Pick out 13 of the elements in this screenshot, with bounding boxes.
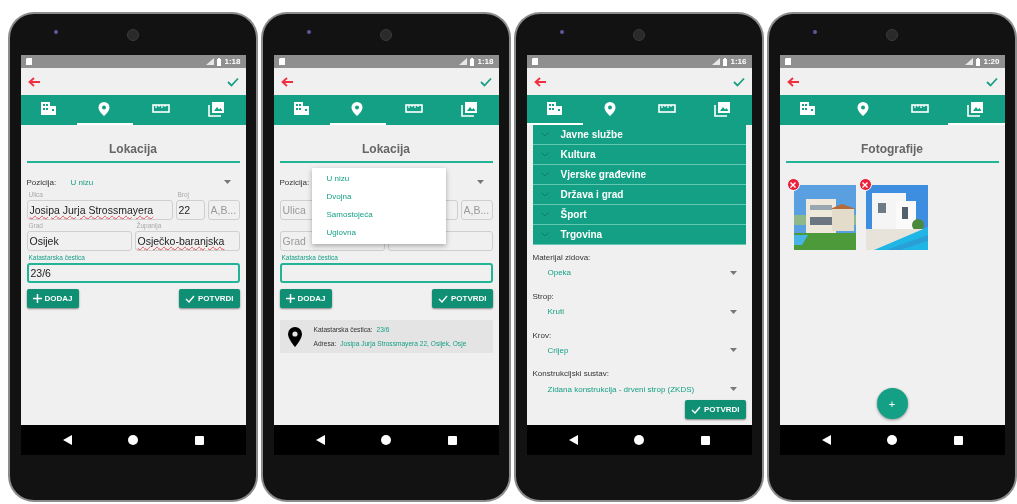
field-label: Materijal zidova:: [532, 253, 592, 262]
field-label: Pozicija:: [279, 177, 311, 187]
field-label: Strop:: [532, 291, 555, 301]
field-label: Krov:: [532, 330, 553, 340]
section-title: Lokacija: [109, 142, 157, 158]
section-title: Lokacija: [362, 142, 410, 158]
status-time: 1:18: [477, 57, 494, 66]
status-time: 1:18: [224, 57, 241, 66]
status-time: 1:16: [730, 57, 747, 66]
field-label: Konstrukcijski sustav:: [532, 369, 610, 379]
field-label: Pozicija:: [26, 177, 58, 187]
section-title: Fotografije: [861, 142, 923, 158]
status-time: 1:20: [983, 57, 1000, 66]
